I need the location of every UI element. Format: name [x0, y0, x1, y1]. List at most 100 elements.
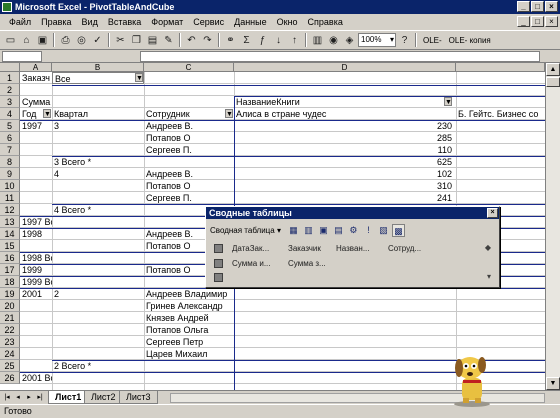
- save-icon[interactable]: ▣: [35, 33, 50, 48]
- menu-help[interactable]: Справка: [303, 14, 348, 30]
- cell-a[interactable]: 2001: [20, 288, 52, 300]
- row-header[interactable]: 1: [0, 72, 20, 84]
- cell-a[interactable]: 1997 Всего *: [20, 216, 52, 228]
- hide-details-icon[interactable]: ▣: [317, 224, 330, 237]
- cell-a[interactable]: 1999: [20, 264, 52, 276]
- pivot-table-menu[interactable]: Сводная таблица ▾: [210, 226, 285, 235]
- cell-c[interactable]: Сергеев П.: [144, 192, 234, 204]
- row-header[interactable]: 5: [0, 120, 20, 132]
- cell-c[interactable]: Потапов Ольга: [144, 324, 234, 336]
- cell-d[interactable]: 102: [234, 168, 456, 180]
- tab-sheet1[interactable]: Лист1: [48, 391, 89, 404]
- cell-b[interactable]: 4: [52, 168, 144, 180]
- copy-icon[interactable]: ❐: [129, 33, 144, 48]
- close-button[interactable]: ×: [545, 1, 558, 12]
- preview-icon[interactable]: ◎: [74, 33, 89, 48]
- cell-d[interactable]: 241: [234, 192, 456, 204]
- pivot-table-toolbar[interactable]: Сводные таблицы × Сводная таблица ▾ ▦ ▥ …: [205, 206, 500, 288]
- cell-c[interactable]: Сергеев П.: [144, 144, 234, 156]
- redo-icon[interactable]: ↷: [200, 33, 215, 48]
- row-header[interactable]: 24: [0, 348, 20, 360]
- paste-icon[interactable]: ▤: [145, 33, 160, 48]
- row-header[interactable]: 26: [0, 372, 20, 384]
- cell-c[interactable]: Потапов О: [144, 132, 234, 144]
- row-header[interactable]: 6: [0, 132, 20, 144]
- maximize-button[interactable]: □: [531, 1, 544, 12]
- cell-b[interactable]: 3: [52, 120, 144, 132]
- row-header[interactable]: 22: [0, 324, 20, 336]
- row-header[interactable]: 2: [0, 84, 20, 96]
- open-icon[interactable]: ⌂: [19, 33, 34, 48]
- name-box[interactable]: [2, 51, 42, 62]
- zoom-select[interactable]: 100%: [358, 33, 396, 47]
- new-icon[interactable]: ▭: [3, 33, 18, 48]
- cell-c[interactable]: Андреев Владимир: [144, 288, 234, 300]
- hyperlink-icon[interactable]: ⚭: [223, 33, 238, 48]
- help-icon[interactable]: ?: [397, 33, 412, 48]
- field-button-sum[interactable]: Сумма и...: [232, 258, 271, 269]
- field-button-amount[interactable]: Сумма з...: [288, 258, 326, 269]
- menu-window[interactable]: Окно: [272, 14, 303, 30]
- sort-asc-icon[interactable]: ↓: [271, 33, 286, 48]
- row-header[interactable]: 19: [0, 288, 20, 300]
- cell-d[interactable]: 625: [234, 156, 456, 168]
- cell-a[interactable]: 2001 Всего *: [20, 372, 52, 384]
- column-header-e[interactable]: [456, 63, 545, 72]
- row-header[interactable]: 25: [0, 360, 20, 372]
- row-header[interactable]: 11: [0, 192, 20, 204]
- field-button-date[interactable]: ДатаЗак...: [232, 243, 269, 254]
- page-field-value[interactable]: Все: [52, 72, 144, 84]
- scroll-thumb[interactable]: [546, 77, 560, 87]
- refresh-data-icon[interactable]: !: [362, 224, 375, 237]
- field-button-employee[interactable]: Сотруд...: [388, 243, 421, 254]
- page-field-dropdown-icon[interactable]: ▼: [135, 73, 143, 82]
- minimize-button[interactable]: _: [517, 1, 530, 12]
- pivot-toolbar-close-button[interactable]: ×: [487, 208, 498, 218]
- cell-c[interactable]: Царев Михаил: [144, 348, 234, 360]
- menu-edit[interactable]: Правка: [36, 14, 76, 30]
- cell-a[interactable]: 1998 Всего *: [20, 252, 52, 264]
- row-header[interactable]: 14: [0, 228, 20, 240]
- column-field-button[interactable]: НазваниеКниги: [234, 96, 456, 108]
- spell-icon[interactable]: ✓: [90, 33, 105, 48]
- cell-c[interactable]: Гринев Александр: [144, 300, 234, 312]
- column-header-b[interactable]: B: [52, 63, 144, 72]
- field-settings-icon[interactable]: ⚙: [347, 224, 360, 237]
- menu-format[interactable]: Формат: [146, 14, 188, 30]
- print-icon[interactable]: ⎙: [58, 33, 73, 48]
- prev-sheet-icon[interactable]: ◂: [13, 392, 23, 403]
- doc-close-button[interactable]: ×: [545, 16, 558, 27]
- cell-b[interactable]: 2: [52, 288, 144, 300]
- tab-sheet3[interactable]: Лист3: [119, 391, 158, 404]
- cell-a[interactable]: 1999 Всего *: [20, 276, 52, 288]
- row-header[interactable]: 7: [0, 144, 20, 156]
- office-assistant-dog-icon[interactable]: [448, 350, 496, 408]
- row-header[interactable]: 8: [0, 156, 20, 168]
- column-header-c[interactable]: C: [144, 63, 234, 72]
- cell-d[interactable]: 310: [234, 180, 456, 192]
- column-item-2[interactable]: Б. Гейтс. Бизнес со: [456, 108, 545, 120]
- row-header[interactable]: 23: [0, 336, 20, 348]
- next-sheet-icon[interactable]: ▸: [24, 392, 34, 403]
- cell-c[interactable]: Потапов О: [144, 180, 234, 192]
- fields-more-icon[interactable]: ▾: [487, 272, 491, 281]
- first-sheet-icon[interactable]: |◂: [2, 392, 12, 403]
- row-header[interactable]: 16: [0, 252, 20, 264]
- row-header[interactable]: 9: [0, 168, 20, 180]
- row-header[interactable]: 3: [0, 96, 20, 108]
- ole-copy-button[interactable]: OLE- копия: [446, 36, 494, 45]
- cell-b[interactable]: 4 Всего *: [52, 204, 144, 216]
- cell-c[interactable]: Князев Андрей: [144, 312, 234, 324]
- scroll-up-icon[interactable]: ▲: [546, 63, 560, 76]
- menu-tools[interactable]: Сервис: [188, 14, 229, 30]
- ole-button[interactable]: OLE-: [420, 36, 445, 45]
- cell-c[interactable]: Андреев В.: [144, 168, 234, 180]
- cell-c[interactable]: Сергеев Петр: [144, 336, 234, 348]
- column-header-d[interactable]: D: [234, 63, 456, 72]
- format-report-icon[interactable]: ▧: [377, 224, 390, 237]
- fields-scroll-icon[interactable]: ◆: [485, 243, 491, 252]
- employee-dropdown-icon[interactable]: ▼: [225, 109, 233, 118]
- field-list-icon[interactable]: ▩: [391, 223, 405, 237]
- row-field-employee[interactable]: Сотрудник: [144, 108, 234, 120]
- field-button-customer[interactable]: Заказчик: [288, 243, 321, 254]
